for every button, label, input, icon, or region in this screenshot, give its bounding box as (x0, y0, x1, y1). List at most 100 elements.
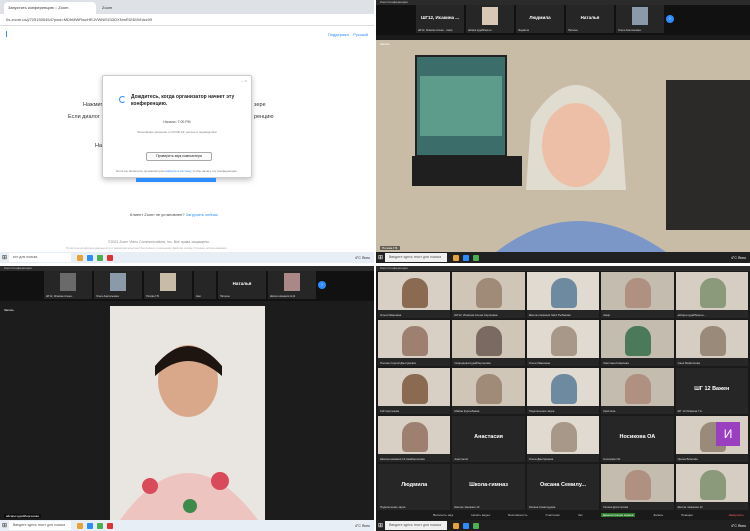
chrome-icon[interactable] (473, 522, 479, 529)
zoom-icon[interactable] (87, 522, 93, 529)
gallery-participant-tile[interactable]: Оксана Семилу... Оксана Семилудина (526, 464, 600, 510)
participant-label: Школа гимназия 12 (454, 505, 480, 509)
participants-button[interactable]: Участники (545, 513, 559, 517)
participant-label: Наталья (220, 295, 230, 298)
legal-links[interactable]: Политика конфиденциальности и законодате… (66, 246, 227, 250)
participant-tile[interactable]: Школа гимназия №12 (268, 271, 316, 299)
security-button[interactable]: Безопасность (508, 513, 527, 517)
participant-tile[interactable]: Ами (194, 271, 216, 299)
next-page-icon[interactable]: › (318, 281, 326, 289)
app-icon[interactable] (107, 522, 113, 529)
gallery-participant-tile[interactable]: айсара кудайберген... (675, 272, 748, 318)
participant-name: Наталья (580, 15, 600, 20)
participant-tile[interactable]: Наталья Наталья (566, 5, 614, 33)
gallery-participant-tile[interactable]: Кристина (601, 368, 674, 414)
participant-tile[interactable]: Ольга Анатольевна (94, 271, 142, 299)
participant-tile[interactable]: Ольга Анатольевна (616, 5, 664, 33)
gallery-participant-tile[interactable]: ШГ12, Исакина Алена Сергеевна (452, 272, 525, 318)
taskbar-search[interactable]: Введите здесь текст для поиска (385, 253, 447, 262)
gallery-participant-tile[interactable]: Людмила Подключение звука (378, 464, 451, 510)
window-title: Zoom Конференция (376, 266, 750, 271)
chat-button[interactable]: Чат (578, 513, 583, 517)
gallery-participant-tile[interactable]: И Ирина Власова (675, 416, 748, 462)
participant-label: Школа-гимназия 12 Амабергенова (380, 457, 425, 461)
gallery-participant-tile[interactable]: Анастасия Анастасия (452, 416, 525, 462)
gallery-participant-tile[interactable]: Ольга Дмитриевна (526, 416, 600, 462)
gallery-participant-tile[interactable]: Галина Догитасова (601, 464, 674, 510)
zoom-icon[interactable] (463, 522, 469, 529)
share-screen-button[interactable]: Демонстрация экрана (600, 513, 636, 517)
participant-face (699, 278, 726, 308)
participant-tile[interactable]: ШГ12, Исакина ... ШГ12, Исакина Алена... … (416, 5, 464, 33)
gallery-participant-tile[interactable]: Школа-гимназия 12 Амабергенова (378, 416, 451, 462)
gallery-participant-tile[interactable]: Попова Сергей Дмитриевич (378, 320, 451, 366)
tab-zoom-conference[interactable]: Запустить конференцию :: Zoom (4, 2, 96, 14)
participant-tile[interactable]: Людмила Людмила (516, 5, 564, 33)
participant-tile[interactable]: Попова Г.В. (144, 271, 192, 299)
dialog-close-icon[interactable]: – × (241, 78, 247, 83)
dialog-footer: Если вы являетесь организатором войдите … (103, 169, 251, 173)
chrome-icon[interactable] (97, 522, 103, 529)
chrome-icon[interactable] (473, 254, 479, 261)
windows-start-icon[interactable]: ⊞ (376, 520, 385, 531)
gallery-participant-tile[interactable]: Носикова ОА Носикова ОА (601, 416, 674, 462)
gallery-participant-tile[interactable]: Гай Чертанова (378, 368, 451, 414)
reactions-button[interactable]: Реакции (681, 513, 693, 517)
end-meeting-button[interactable]: Завершить (729, 513, 744, 517)
next-page-icon[interactable]: › (666, 15, 674, 23)
gallery-participant-tile[interactable]: Школа гимназия 12 (675, 464, 748, 510)
record-button[interactable]: Запись (653, 513, 663, 517)
speaker-name: Попова Г.В. (380, 246, 401, 250)
gallery-participant-tile[interactable]: Школа-гимназия №12 Рыбакова (526, 272, 600, 318)
mute-button[interactable]: Включить звук (433, 513, 453, 517)
explorer-icon[interactable] (77, 522, 83, 529)
participant-tile[interactable]: Наталья Наталья (218, 271, 266, 299)
language-link[interactable]: Русский (353, 32, 368, 37)
participant-label: Ольга Дмитриевна (528, 457, 554, 461)
gallery-participant-tile[interactable]: Подключение звука (526, 368, 600, 414)
launch-button[interactable] (136, 178, 216, 182)
participant-face (402, 374, 428, 404)
participant-face (550, 326, 577, 356)
windows-start-icon[interactable]: ⊞ (0, 520, 9, 531)
participant-face (476, 278, 503, 308)
participant-face (625, 470, 652, 500)
download-link[interactable]: Загрузить сейчас (186, 212, 218, 217)
gallery-participant-tile[interactable]: Ольга Ивановна (378, 272, 451, 318)
chrome-icon[interactable] (97, 254, 103, 261)
address-bar[interactable]: 0s.zoom.us/j/72515054547pwd=MDhMWRwcHRJV… (0, 14, 374, 26)
gallery-participant-tile[interactable]: Свиридова Кудайбергенова (452, 320, 525, 366)
tab-zoom[interactable]: Zoom (98, 2, 190, 14)
explorer-icon[interactable] (453, 254, 459, 261)
explorer-icon[interactable] (453, 522, 459, 529)
participant-tile[interactable]: айсара кудайберген... (466, 5, 514, 33)
support-link[interactable]: Поддержка (328, 32, 349, 37)
taskbar-search[interactable]: Введите здесь текст для поиска (385, 521, 447, 530)
gallery-participant-tile[interactable]: Светлана Ковалева (601, 320, 674, 366)
gallery-participant-tile[interactable]: Школа-гимназ Школа гимназия 12 (452, 464, 525, 510)
participant-label: Майна Курсыбаева (454, 409, 480, 413)
taskbar-search[interactable]: Введите здесь текст для поиска (9, 521, 71, 530)
taskbar-search[interactable]: ест для поиска (9, 253, 71, 262)
gallery-participant-tile[interactable]: Амир (601, 272, 674, 318)
explorer-icon[interactable] (77, 254, 83, 261)
participant-label: Гай Чертанова (380, 409, 400, 413)
windows-start-icon[interactable]: ⊞ (376, 252, 385, 263)
participant-label: Оксана Семилудина (528, 505, 556, 509)
video-button[interactable]: Начать видео (471, 513, 490, 517)
zoom-icon[interactable] (87, 254, 93, 261)
sign-in-link[interactable]: войдите в систему (165, 169, 191, 173)
tray-weather: 4°C Ясно (730, 523, 746, 528)
windows-start-icon[interactable]: ⊞ (0, 252, 9, 263)
gallery-participant-tile[interactable]: Майна Курсыбаева (452, 368, 525, 414)
app-icon[interactable] (107, 254, 113, 261)
gallery-participant-tile[interactable]: ШГ 12 Важен ШГ 12 Исакина Г.А. (675, 368, 748, 414)
zoom-logo-icon (6, 31, 10, 37)
participant-label: айсара кудайберген... (677, 313, 706, 317)
test-audio-button[interactable]: Проверить звук компьютера (146, 152, 212, 161)
participant-label: ШГ12, Исакина Алена... (46, 295, 74, 298)
zoom-icon[interactable] (463, 254, 469, 261)
gallery-participant-tile[interactable]: Саня Мифтахова (675, 320, 748, 366)
participant-tile[interactable]: ШГ12, Исакина Алена... (44, 271, 92, 299)
gallery-participant-tile[interactable]: Ольга Ивановна (526, 320, 600, 366)
